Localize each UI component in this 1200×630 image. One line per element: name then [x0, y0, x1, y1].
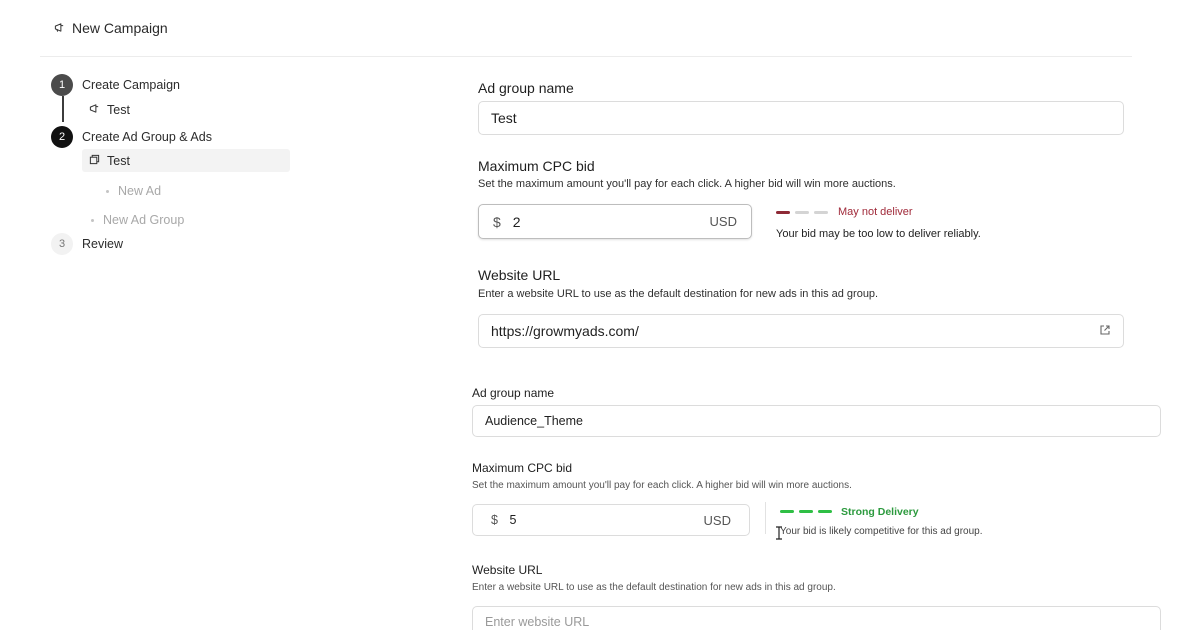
currency-symbol: $: [493, 213, 501, 230]
max-cpc-bid-label: Maximum CPC bid: [472, 461, 573, 475]
delivery-message: Your bid may be too low to deliver relia…: [776, 228, 981, 240]
website-url-label: Website URL: [472, 563, 543, 577]
new-ad-group-label: New Ad Group: [103, 213, 185, 227]
campaign-item-test[interactable]: Test: [89, 103, 130, 117]
meter-bar-filled: [799, 510, 813, 513]
ad-group-name-value: Audience_Theme: [485, 414, 583, 428]
website-url-value: https://growmyads.com/: [491, 323, 639, 339]
campaign-item-label: Test: [107, 103, 130, 117]
website-url-input[interactable]: https://growmyads.com/: [478, 314, 1124, 348]
step-label: Create Campaign: [82, 78, 180, 92]
bullet-dot: [91, 218, 94, 222]
ad-group-name-label: Ad group name: [472, 386, 555, 400]
meter-bar-filled: [776, 211, 790, 214]
meter-bar-filled: [818, 510, 832, 513]
step-label: Review: [82, 237, 123, 251]
adgroup-item-test[interactable]: Test: [89, 154, 130, 168]
step-number: 1: [51, 74, 73, 96]
meter-bar-filled: [780, 510, 794, 513]
step-number: 2: [51, 126, 73, 148]
website-url-hint: Enter a website URL to use as the defaul…: [472, 582, 836, 593]
new-ad-label: New Ad: [118, 184, 162, 198]
step-create-campaign[interactable]: 1 Create Campaign: [51, 74, 180, 96]
currency-code: USD: [709, 214, 737, 229]
step-review[interactable]: 3 Review: [51, 233, 123, 255]
bid-value: 2: [512, 213, 521, 230]
website-url-placeholder: Enter website URL: [485, 615, 590, 629]
bid-value: 5: [509, 513, 517, 527]
ad-group-name-input[interactable]: Audience_Theme: [472, 405, 1161, 437]
step-number: 3: [51, 233, 73, 255]
delivery-meter: [776, 211, 828, 214]
external-link-icon[interactable]: [1099, 323, 1111, 339]
max-cpc-bid-label: Maximum CPC bid: [478, 158, 595, 174]
page-header: New Campaign: [54, 20, 168, 36]
step-create-ad-group[interactable]: 2 Create Ad Group & Ads: [51, 126, 212, 148]
max-cpc-bid-input[interactable]: $ 2 USD: [478, 204, 752, 239]
max-cpc-bid-hint: Set the maximum amount you'll pay for ea…: [472, 480, 852, 491]
meter-bar-empty: [814, 211, 828, 214]
delivery-status: Strong Delivery: [841, 506, 919, 518]
website-url-label: Website URL: [478, 267, 561, 283]
page-title: New Campaign: [72, 20, 168, 36]
megaphone-icon: [54, 20, 65, 36]
vertical-divider: [765, 502, 766, 534]
currency-code: USD: [703, 512, 731, 528]
delivery-meter: [780, 510, 832, 513]
max-cpc-bid-hint: Set the maximum amount you'll pay for ea…: [478, 178, 896, 190]
website-url-hint: Enter a website URL to use as the defaul…: [478, 288, 879, 300]
header-divider: [40, 56, 1132, 57]
website-url-input[interactable]: Enter website URL: [472, 606, 1161, 630]
delivery-message: Your bid is likely competitive for this …: [780, 526, 983, 537]
step-label: Create Ad Group & Ads: [82, 130, 212, 144]
meter-bar-empty: [795, 211, 809, 214]
ad-group-name-value: Test: [491, 110, 517, 126]
bullet-dot: [106, 189, 109, 193]
delivery-status: May not deliver: [838, 206, 913, 218]
copy-icon: [89, 154, 100, 168]
megaphone-icon: [89, 103, 100, 117]
step-connector: [62, 96, 64, 122]
currency-symbol: $: [491, 513, 498, 527]
max-cpc-bid-input[interactable]: $ 5 USD: [472, 504, 750, 536]
ad-group-name-input[interactable]: Test: [478, 101, 1124, 135]
adgroup-item-label: Test: [107, 154, 130, 168]
ad-group-name-label: Ad group name: [478, 80, 574, 96]
new-ad-link[interactable]: New Ad: [106, 184, 161, 198]
new-ad-group-link[interactable]: New Ad Group: [91, 213, 184, 227]
